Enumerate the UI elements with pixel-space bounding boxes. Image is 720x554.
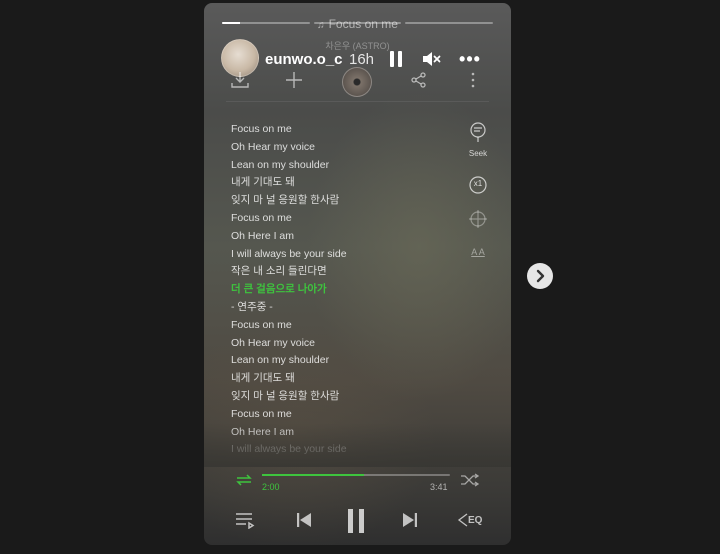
skip-previous-icon <box>297 513 311 527</box>
speed-label: x1 <box>473 179 483 188</box>
previous-button[interactable] <box>294 511 314 534</box>
lyric-line[interactable]: Oh Here I am <box>231 228 431 246</box>
lyric-line[interactable]: 잊지 마 널 응원할 한사람 <box>231 388 431 406</box>
lyrics-sync-button[interactable] <box>466 209 490 234</box>
equalizer-icon <box>457 513 468 527</box>
lyric-line[interactable]: Focus on me <box>231 210 431 228</box>
song-title: ♫ Focus on me <box>204 17 511 31</box>
seek-icon <box>470 122 486 142</box>
speed-button[interactable]: x1 <box>466 175 490 200</box>
next-button[interactable] <box>400 511 420 534</box>
lyric-line[interactable]: 내게 기대도 돼 <box>231 370 431 388</box>
share-button[interactable] <box>410 71 428 94</box>
font-size-button[interactable]: A A <box>466 247 490 257</box>
lyric-line[interactable]: Focus on me <box>231 317 431 335</box>
crosshair-icon <box>469 210 487 228</box>
story-viewer[interactable]: ♫ Focus on me 차은우 (ASTRO) eunwo.o_c 16h •… <box>204 3 511 545</box>
share-icon <box>411 72 426 88</box>
playback-progress-fill <box>262 474 364 476</box>
seek-button[interactable]: Seek <box>466 121 490 158</box>
playlist-button[interactable] <box>234 511 256 534</box>
current-time: 2:00 <box>262 482 280 492</box>
more-icon: ••• <box>459 49 481 69</box>
lyric-line[interactable]: Focus on me <box>231 121 431 139</box>
lyric-line[interactable]: Oh Hear my voice <box>231 335 431 353</box>
repeat-button[interactable] <box>234 473 254 492</box>
shuffle-button[interactable] <box>460 473 480 492</box>
album-art-disc <box>342 67 372 97</box>
total-time: 3:41 <box>430 482 448 492</box>
eq-label: EQ <box>468 514 483 526</box>
shuffle-icon <box>461 473 480 487</box>
add-button[interactable] <box>284 71 304 94</box>
lyric-line[interactable]: 작은 내 소리 들린다면 <box>231 263 431 281</box>
story-timestamp: 16h <box>349 51 375 68</box>
font-size-icon: A A <box>471 247 485 257</box>
download-icon <box>231 72 249 88</box>
vertical-dots-icon <box>471 72 475 88</box>
skip-next-icon <box>403 513 417 527</box>
more-options-button[interactable]: ••• <box>458 47 482 71</box>
lyrics-fade <box>204 423 511 467</box>
music-note-icon: ♫ <box>317 20 325 31</box>
play-pause-button[interactable] <box>345 508 367 539</box>
pause-icon <box>390 51 402 67</box>
lyric-line[interactable]: Lean on my shoulder <box>231 352 431 370</box>
pause-icon <box>348 509 364 533</box>
mute-icon <box>423 52 441 66</box>
username[interactable]: eunwo.o_c <box>265 51 343 68</box>
pause-button[interactable] <box>384 47 408 71</box>
equalizer-button[interactable]: EQ <box>456 512 482 528</box>
next-story-button[interactable] <box>527 263 553 289</box>
lyric-line[interactable]: Focus on me <box>231 406 431 424</box>
seek-label: Seek <box>468 149 488 158</box>
playback-progress-track[interactable] <box>262 474 450 476</box>
song-title-text: Focus on me <box>328 17 398 31</box>
mute-button[interactable] <box>419 47 443 71</box>
lyric-line[interactable]: I will always be your side <box>231 246 431 264</box>
lyric-line[interactable]: Lean on my shoulder <box>231 157 431 175</box>
repeat-icon <box>236 474 252 486</box>
divider <box>226 101 489 102</box>
chevron-right-icon <box>536 269 545 283</box>
lyrics-panel[interactable]: Focus on me Oh Hear my voice Lean on my sh… <box>231 121 431 459</box>
lyric-line[interactable]: 내게 기대도 돼 <box>231 174 431 192</box>
player-menu-button[interactable] <box>468 71 478 94</box>
lyric-line[interactable]: 더 큰 걸음으로 나아가 <box>231 281 431 299</box>
plus-icon <box>286 72 302 88</box>
lyric-line[interactable]: Oh Hear my voice <box>231 139 431 157</box>
lyric-line[interactable]: 잊지 마 널 응원할 한사람 <box>231 192 431 210</box>
lyric-line[interactable]: - 연주중 - <box>231 299 431 317</box>
download-button[interactable] <box>230 71 250 94</box>
playlist-icon <box>236 513 255 530</box>
